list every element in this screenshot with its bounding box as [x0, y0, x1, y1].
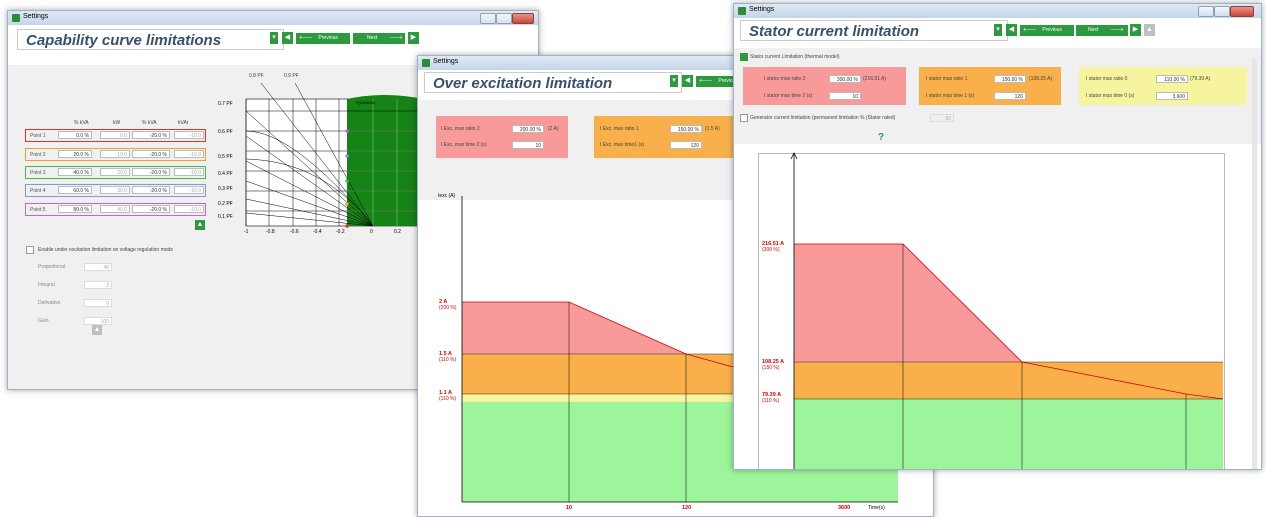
param-label: Integral [38, 282, 55, 288]
maximize-button[interactable] [496, 13, 512, 24]
x-tick: 0.2 [394, 229, 401, 235]
point-c1-input[interactable]: 60.0 % [58, 186, 92, 194]
col-header-3: % kVA [142, 120, 157, 126]
page-select[interactable]: Capability curve limitations [17, 29, 284, 50]
level-216a: 216.51 A (300 %) [762, 241, 785, 253]
point-name: Point 3 [30, 170, 46, 176]
pf-label: 0.7 PF [218, 101, 233, 107]
point-name: Point 1 [30, 133, 46, 139]
last-page-icon[interactable]: ▶ [408, 32, 419, 44]
param-label: Derivative [38, 300, 61, 306]
time-tick-10: 10 [566, 505, 573, 511]
window-stator-current: Settings Stator current limitation ▾ ◀ 🡐… [733, 3, 1262, 470]
param-input[interactable]: 100 [84, 317, 112, 325]
point-c2-input[interactable]: 0.0 [100, 131, 130, 139]
param-input[interactable]: 0 [84, 299, 112, 307]
point-c3-input[interactable]: -20.0 % [132, 186, 170, 194]
x-tick: -0.2 [336, 229, 345, 235]
previous-button[interactable]: 🡐 Previous [296, 33, 350, 44]
point-c1-input[interactable]: 20.0 % [58, 150, 92, 158]
point-c2-input[interactable]: 40.0 [100, 205, 130, 213]
param-label: Gain [38, 318, 49, 324]
app-icon [12, 14, 20, 22]
point-c4-input[interactable]: -10.0 [174, 150, 204, 158]
col-header-4: kVAr [178, 120, 189, 126]
time-tick-120: 120 [682, 505, 692, 511]
point-name: Point 5 [30, 207, 46, 213]
upload-icon-disabled: ▲ [92, 325, 102, 335]
pf-label: 0.6 PF [218, 129, 233, 135]
level-1-5a: 1.5 A (110 %) [439, 351, 457, 363]
point-c4-input[interactable]: -10.0 [174, 131, 204, 139]
col-header-1: % kVA [74, 120, 89, 126]
x-tick: -0.8 [266, 229, 275, 235]
x-axis-label: Time(s) [868, 505, 885, 511]
col-header-2: kW [113, 120, 121, 126]
pf-label: 0.1 PF [218, 214, 233, 220]
dropdown-icon[interactable]: ▾ [270, 32, 278, 44]
point-c4-input[interactable]: -10.0 [174, 186, 204, 194]
enable-under-excitation-label: Enable under excitation limitation on vo… [38, 247, 174, 253]
x-tick: -0.6 [290, 229, 299, 235]
level-108a: 108.25 A (150 %) [762, 359, 785, 371]
point-c3-input[interactable]: -20.0 % [132, 150, 170, 158]
point-name: Point 4 [30, 188, 46, 194]
scrollbar[interactable] [1252, 59, 1257, 469]
level-79a: 79.39 A (110 %) [762, 392, 782, 404]
param-input[interactable]: 2 [84, 281, 112, 289]
close-button[interactable] [512, 13, 534, 24]
point-c4-input[interactable]: -10.0 [174, 168, 204, 176]
x-tick: 0 [370, 229, 373, 235]
chart-inner-label: P(kW/kVA) [356, 100, 376, 105]
param-input[interactable]: 40 [84, 263, 112, 271]
point-c2-input[interactable]: 20.0 [100, 168, 130, 176]
point-c3-input[interactable]: -20.0 % [132, 205, 170, 213]
point-c4-input[interactable]: -10.0 [174, 205, 204, 213]
title-bar: Settings [8, 11, 538, 25]
point-c3-input[interactable]: -20.0 % [132, 131, 170, 139]
capability-chart [245, 82, 424, 228]
point-c2-input[interactable]: 10.0 [100, 150, 130, 158]
first-page-icon[interactable]: ◀ [282, 32, 293, 44]
point-c2-input[interactable]: 30.0 [100, 186, 130, 194]
point-c1-input[interactable]: 40.0 % [58, 168, 92, 176]
pf-top-2: 0.9 PF [284, 73, 299, 79]
enable-under-excitation-checkbox[interactable] [26, 246, 34, 254]
pf-label: 0.3 PF [218, 186, 233, 192]
point-c1-input[interactable]: 80.0 % [58, 205, 92, 213]
point-c3-input[interactable]: -20.0 % [132, 168, 170, 176]
point-c1-input[interactable]: 0.0 % [58, 131, 92, 139]
point-name: Point 2 [30, 152, 46, 158]
y-axis-label: Iexc (A) [438, 193, 456, 199]
time-tick-3600: 3600 [838, 505, 851, 511]
next-button[interactable]: Next 🡒 [353, 33, 405, 44]
window-title: Settings [23, 13, 49, 20]
x-tick: -1 [244, 229, 249, 235]
pf-label: 0.4 PF [218, 171, 233, 177]
level-2a: 2 A (200 %) [439, 299, 457, 311]
level-1-1a: 1.1 A (110 %) [439, 390, 457, 402]
minimize-button[interactable] [480, 13, 496, 24]
pf-top-1: 0.8 PF [249, 73, 264, 79]
param-label: Proportional [38, 264, 65, 270]
page-title: Capability curve limitations [26, 32, 222, 49]
x-tick: -0.4 [313, 229, 322, 235]
pf-label: 0.5 PF [218, 154, 233, 160]
upload-icon[interactable]: ▲ [195, 220, 205, 230]
stator-curve [790, 152, 1224, 469]
pf-label: 0.2 PF [218, 201, 233, 207]
